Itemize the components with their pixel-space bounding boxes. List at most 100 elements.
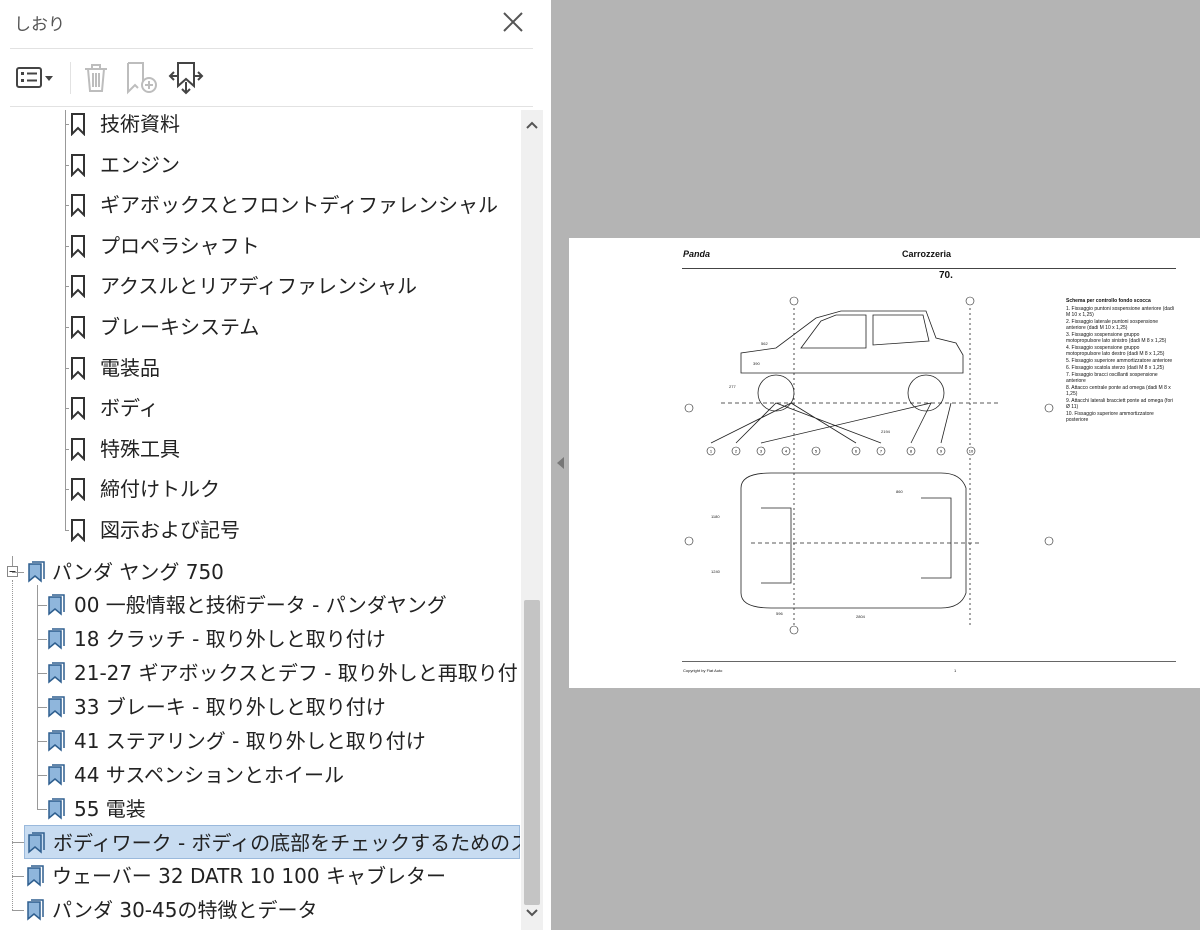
legend-item: 3. Fissaggio sospensione gruppo motoprop… — [1066, 332, 1167, 344]
callout-marker: 9 — [936, 446, 946, 456]
bookmark-label: ボディ — [100, 396, 159, 421]
bookmark-item-selected[interactable]: ボディワーク - ボディの底部をチェックするためのスキーム — [24, 825, 520, 859]
callout-marker: 7 — [876, 446, 886, 456]
bookmark-expand-icon — [168, 62, 204, 95]
bookmark-icon — [68, 153, 88, 187]
tree-line — [65, 110, 66, 530]
doc-header-center: Carrozzeria — [902, 249, 952, 259]
bookmark-label: エンジン — [100, 152, 180, 177]
bookmark-icon — [25, 864, 45, 898]
dimension-label: 390 — [753, 361, 760, 366]
bookmarks-panel: しおり 技術資料 エンジン ギアボックスとフロントディファレンシャル プロペラシ… — [0, 0, 551, 930]
tree-line — [65, 408, 69, 410]
bookmark-label: 電装品 — [100, 355, 160, 380]
dimension-label: 2194 — [881, 429, 891, 434]
legend-item: 8. Attacco centrale ponte ad omega (dadi… — [1066, 385, 1171, 397]
dimension-label: 1240 — [711, 569, 721, 574]
bookmark-icon — [68, 477, 88, 511]
tree-line — [37, 673, 47, 674]
legend-item: 9. Attacchi laterali bracciett ponte ad … — [1066, 398, 1174, 410]
tree-line — [37, 585, 38, 810]
bookmark-label: アクスルとリアディファレンシャル — [100, 274, 417, 299]
bookmark-label: 41 ステアリング - 取り外しと取り付け — [74, 729, 426, 753]
tree-line — [65, 245, 69, 247]
bookmark-icon — [46, 695, 66, 729]
legend-item: 10. Fissaggio superiore ammortizzatore p… — [1066, 411, 1154, 423]
bookmark-label: ボディワーク - ボディの底部をチェックするためのスキーム — [53, 831, 520, 855]
divider — [10, 48, 533, 49]
doc-footer-page: 1 — [954, 668, 957, 673]
bookmark-icon — [68, 234, 88, 268]
bookmark-label: 44 サスペンションとホイール — [74, 763, 345, 787]
bookmark-label: 図示および記号 — [100, 518, 240, 542]
bookmark-icon — [46, 593, 66, 627]
bookmark-label: 特殊工具 — [100, 436, 180, 461]
scroll-up-icon[interactable] — [525, 120, 539, 130]
doc-header-left: Panda — [683, 249, 711, 259]
tree-line — [37, 605, 47, 606]
doc-footer-left: Copyright by Fiat Auto — [683, 668, 723, 673]
legend-list: 1. Fissaggio puntoni sospensione anterio… — [1066, 306, 1174, 424]
dimension-label: 277 — [729, 384, 736, 389]
bookmark-icon — [46, 729, 66, 763]
bookmark-icon — [26, 560, 46, 594]
bookmark-icon — [46, 763, 66, 797]
tree-line — [37, 707, 47, 708]
tree-line — [65, 530, 69, 531]
legend-item: 7. Fissaggio bracci oscillanti sospensio… — [1066, 372, 1158, 384]
callout-marker: 10 — [966, 446, 976, 456]
bookmark-label: ギアボックスとフロントディファレンシャル — [100, 193, 498, 218]
bookmark-label: ブレーキシステム — [100, 315, 260, 339]
collapse-left-icon[interactable] — [554, 455, 566, 471]
tree-line — [12, 876, 24, 877]
tree-line — [65, 286, 69, 288]
dimension-label: 1180 — [711, 514, 720, 519]
tree-line — [65, 489, 69, 491]
legend-item: 2. Fissaggio laterale puntoni sospension… — [1066, 319, 1159, 331]
legend-item: 5. Fissaggio superiore ammortizzatore an… — [1066, 358, 1173, 364]
options-button[interactable] — [14, 60, 58, 96]
tree-line — [12, 572, 24, 573]
scrollbar-thumb[interactable] — [524, 600, 540, 905]
toolbar-separator — [70, 62, 71, 94]
new-bookmark-button[interactable] — [124, 60, 160, 96]
tree-scrollbar[interactable] — [521, 110, 543, 930]
legend-title: Schema per controllo fondo scocca — [1066, 298, 1151, 304]
tree-line — [65, 327, 69, 328]
dimension-label: 596 — [776, 611, 783, 616]
expand-bookmark-button[interactable] — [168, 60, 204, 96]
tree-line — [65, 367, 69, 369]
bookmark-label: パンダ 30-45の特徴とデータ — [52, 898, 318, 922]
bookmark-add-icon — [127, 62, 157, 95]
panel-splitter[interactable] — [551, 0, 571, 930]
callout-marker: 2 — [731, 446, 741, 456]
doc-header-rule — [682, 268, 1176, 269]
dimension-label: 562 — [761, 341, 768, 346]
bookmark-label: 18 クラッチ - 取り外しと取り付け — [74, 627, 386, 651]
document-page: Panda Carrozzeria 70. Schema per control… — [569, 238, 1200, 688]
bookmark-icon — [68, 356, 88, 390]
bookmark-label: 00 一般情報と技術データ - パンダヤング — [74, 593, 447, 617]
close-panel-button[interactable] — [499, 8, 527, 36]
bookmark-icon — [46, 627, 66, 661]
tree-line — [37, 775, 47, 776]
legend-item: 4. Fissaggio sospensione gruppo motoprop… — [1066, 345, 1165, 357]
bookmark-label: ウェーバー 32 DATR 10 100 キャブレター — [52, 864, 446, 888]
bookmark-label: 55 電装 — [74, 797, 146, 821]
scroll-down-icon[interactable] — [525, 908, 539, 918]
bookmark-icon — [68, 396, 88, 430]
tree-line — [37, 639, 47, 640]
tree-line — [12, 842, 24, 843]
panel-title: しおり — [14, 15, 65, 35]
tree-line — [12, 910, 24, 911]
delete-bookmark-button[interactable] — [80, 60, 112, 96]
bookmark-icon — [68, 112, 88, 146]
tree-line — [12, 580, 13, 910]
bookmark-label: 33 ブレーキ - 取り外しと取り付け — [74, 695, 386, 719]
trash-icon — [85, 64, 107, 92]
tree-line — [37, 809, 47, 810]
bookmark-icon — [68, 437, 88, 471]
tree-line — [65, 448, 69, 450]
callout-marker: 4 — [781, 446, 791, 456]
bookmark-label: 技術資料 — [100, 112, 180, 136]
